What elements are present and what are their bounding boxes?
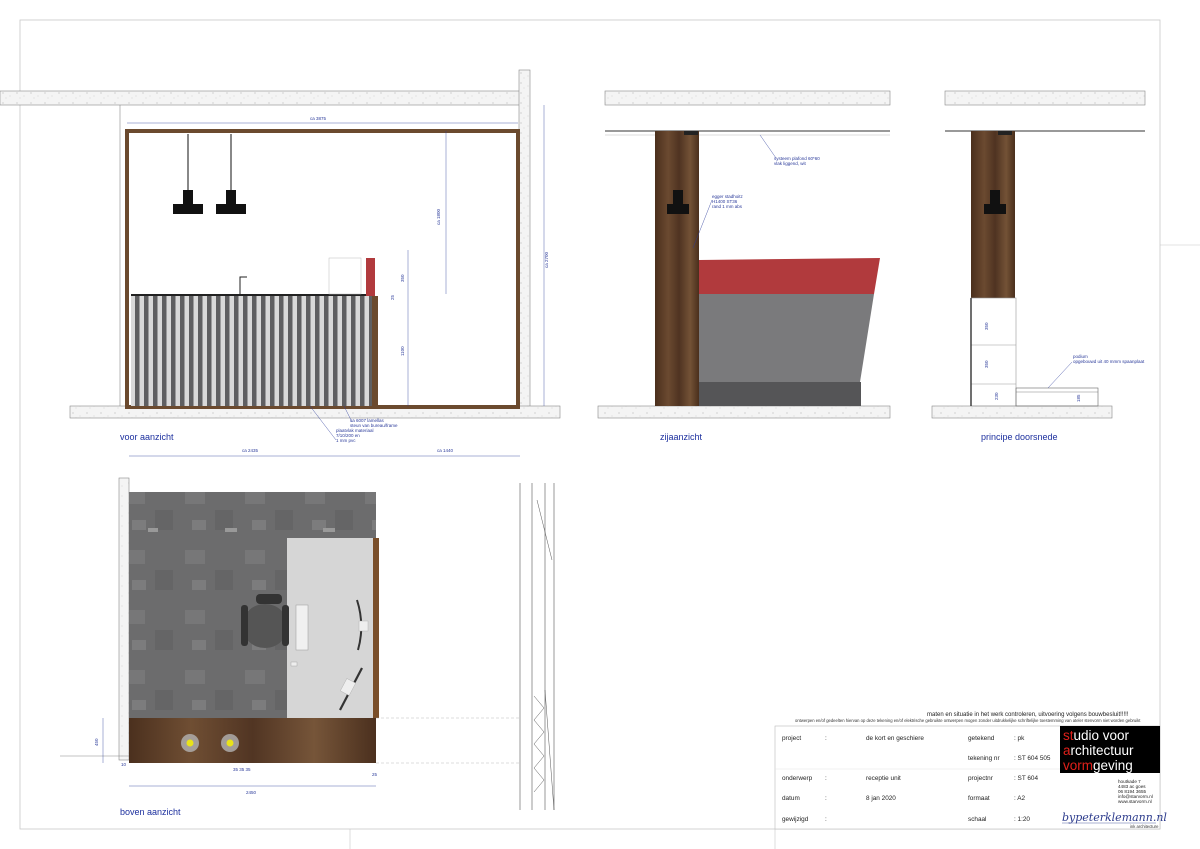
dim-25: 25: [390, 294, 395, 300]
dim-section-185: 185: [1076, 394, 1081, 402]
desk-plinth: [699, 382, 861, 406]
dim-top-1440: ca 1440: [437, 448, 454, 453]
view-title-side: zijaanzicht: [660, 432, 703, 442]
datum-value: 8 jan 2020: [866, 795, 896, 802]
svg-text:podium opgebouwd uit 40: podium opgebouwd uit 40 mmm spaanplaat: [1073, 354, 1145, 364]
section-view: 350 350 230 185 podium opgebouwd uit 40 …: [931, 90, 1146, 442]
pendant-lamp-icon: [173, 190, 203, 214]
address-line: www.starvorm.nl: [1118, 799, 1152, 804]
podium: [1015, 387, 1099, 407]
schaal-label: schaal: [968, 816, 986, 823]
section-cabinet: [970, 297, 1017, 407]
ceiling-slab: [604, 90, 891, 106]
keyboard-icon: [295, 604, 309, 651]
top-view: ca 2435 ca 1440 450 10 35 35 35 2450 25 …: [60, 448, 555, 817]
wood-column: [971, 131, 1015, 298]
onderwerp-value: receptie unit: [866, 775, 901, 782]
dim-top-10: 10: [121, 762, 127, 767]
dim-top-2450: 2450: [246, 790, 257, 795]
desk-red-top-edge: [366, 258, 375, 296]
desk-back-wood: [129, 718, 376, 763]
desk-top-wood-edge: [373, 538, 379, 718]
dim-section-230: 230: [994, 392, 999, 400]
drawing-sheet: ca 3875 ca 2700 ca 1800 350 25 1100 ca 6…: [0, 19, 1200, 849]
view-title-section: principe doorsnede: [981, 432, 1058, 442]
svg-text:vormgeving: vormgeving: [1063, 758, 1133, 773]
desk-side-wood: [372, 296, 378, 407]
note-lamella-line: 1 mm pvc: [336, 438, 356, 443]
projectnr-value: : ST 604: [1014, 775, 1038, 782]
note-podium-line: opgebouwd uit 40 mmm spaanplaat: [1073, 359, 1145, 364]
dim-1100: 1100: [400, 346, 405, 356]
dim-front-width: ca 3875: [310, 116, 327, 121]
pendant-lamp-icon: [216, 190, 246, 214]
datum-label: datum: [782, 795, 800, 802]
dim-1800: ca 1800: [436, 208, 441, 225]
svg-text::: :: [825, 795, 827, 802]
brand-text: bypeterklemann.nl: [1062, 811, 1167, 824]
note-egger-line: rand 1 mm abs: [712, 204, 743, 209]
desk-lamella-front: [131, 295, 372, 406]
title-block: maten en situatie in het werk controlere…: [774, 712, 1167, 830]
tekeningnr-label: tekening nr: [968, 755, 1000, 762]
svg-text:egger stadhoitz H1400 ST: egger stadhoitz H1400 ST36 rand 1 mm abs: [712, 194, 744, 209]
floor-slab: [931, 405, 1113, 419]
svg-text:systeem plafond 60*60 vl: systeem plafond 60*60 vlak liggend, wit: [774, 156, 821, 166]
desk-red-top: [699, 258, 880, 294]
onderwerp-label: onderwerp: [782, 775, 813, 782]
svg-text:ca 6007 lamellas steun v: ca 6007 lamellas steun van bureau/frame …: [336, 418, 399, 443]
brand-sub: ink architecture: [1130, 824, 1159, 829]
dim-350: 350: [400, 274, 405, 282]
dim-top-450: 450: [94, 738, 99, 746]
adjacent-wall-section: [519, 483, 555, 811]
floor-slab: [597, 405, 891, 419]
project-label: project: [782, 735, 801, 742]
front-view: ca 3875 ca 2700 ca 1800 350 25 1100 ca 6…: [0, 69, 561, 443]
view-title-front: voor aanzicht: [120, 432, 174, 442]
formaat-label: formaat: [968, 795, 990, 802]
getekend-value: : pk: [1014, 735, 1025, 742]
side-view: systeem plafond 60*60 vlak liggend, wit …: [597, 90, 891, 442]
note-ceiling-line: vlak liggend, wit: [774, 161, 807, 166]
gewijzigd-label: gewijzigd: [782, 816, 809, 823]
schaal-value: : 1:20: [1014, 816, 1030, 823]
view-title-top: boven aanzicht: [120, 807, 181, 817]
dim-top-small: 35 35 35: [233, 767, 251, 772]
disclaimer-text: ontwerpen en/of gedeelten hiervan op dez…: [795, 718, 1141, 723]
formaat-value: : A2: [1014, 795, 1025, 802]
dim-front-height: ca 2700: [544, 251, 549, 268]
svg-text::: :: [825, 735, 827, 742]
dim-top-25: 25: [372, 772, 378, 777]
ceiling-slab: [944, 90, 1146, 106]
projectnr-label: projectnr: [968, 775, 994, 782]
right-wall: [518, 69, 531, 409]
tekeningnr-value: : ST 604 505: [1014, 755, 1051, 762]
svg-text::: :: [825, 775, 827, 782]
svg-text:studio voor: studio voor: [1063, 728, 1130, 743]
ceiling-slab: [0, 90, 521, 106]
svg-text::: :: [825, 816, 827, 823]
wood-column: [655, 131, 699, 406]
dim-section-350a: 350: [984, 322, 989, 330]
project-value: de kort en geschiere: [866, 735, 924, 742]
dim-top-2435: ca 2435: [242, 448, 259, 453]
dim-section-350b: 350: [984, 360, 989, 368]
svg-text:architectuur: architectuur: [1063, 743, 1134, 758]
mouse-icon: [290, 661, 298, 667]
getekend-label: getekend: [968, 735, 995, 742]
left-wall: [118, 477, 130, 761]
desk-grey-body: [699, 294, 874, 382]
